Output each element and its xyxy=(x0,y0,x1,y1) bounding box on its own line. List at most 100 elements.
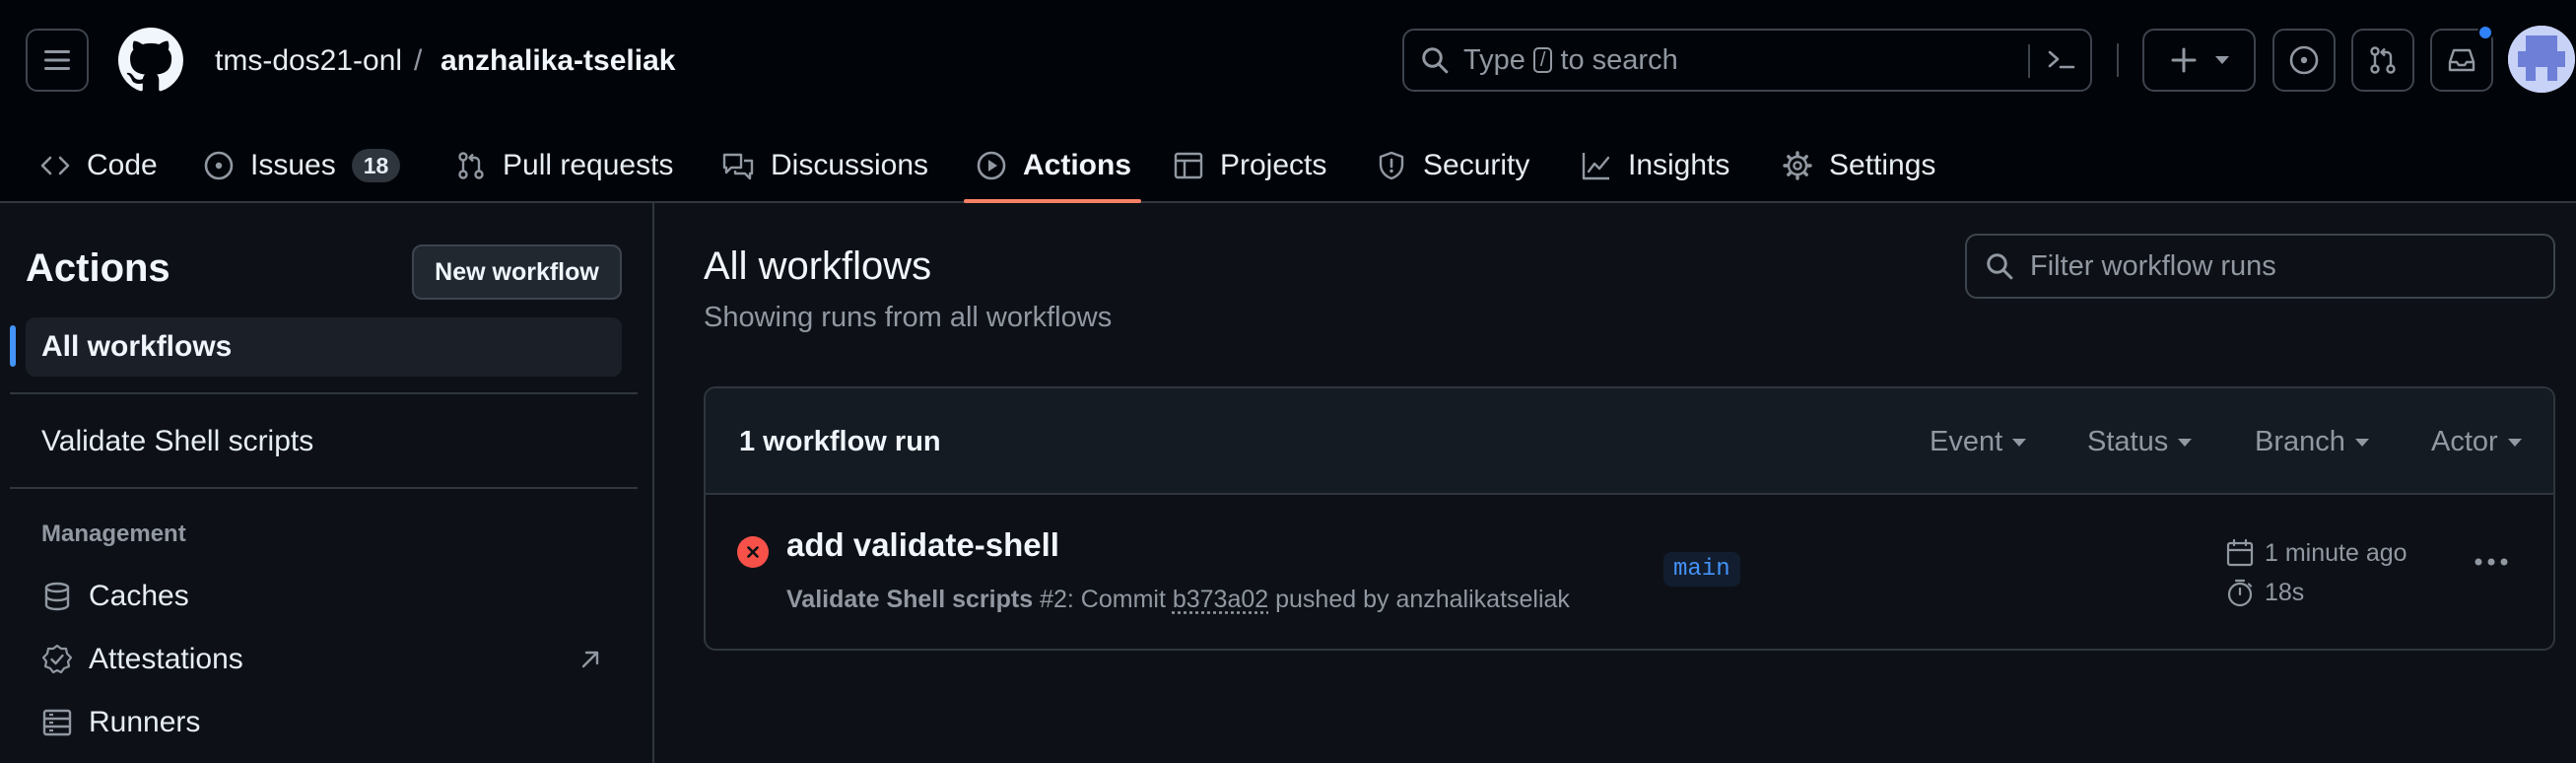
breadcrumb-owner[interactable]: tms-dos21-onl xyxy=(215,41,402,81)
comment-discussion-icon xyxy=(722,153,754,180)
triangle-down-icon xyxy=(2214,56,2229,64)
stopwatch-icon xyxy=(2227,579,2253,607)
calendar-icon xyxy=(2226,538,2254,567)
filter-label: Event xyxy=(1930,426,2003,457)
tab-label: Code xyxy=(87,149,158,181)
plus-icon xyxy=(2171,47,2196,73)
page-subtitle: Showing runs from all workflows xyxy=(704,302,1113,333)
tab-label: Discussions xyxy=(771,149,929,181)
tab-pull-requests[interactable]: Pull requests xyxy=(455,128,673,203)
tab-label: Projects xyxy=(1220,149,1327,181)
gear-icon xyxy=(1783,151,1812,180)
server-icon xyxy=(42,709,72,736)
pull-requests-button[interactable] xyxy=(2351,29,2414,92)
sidebar-item-attestations[interactable]: Attestations xyxy=(41,635,243,684)
event-filter-dropdown[interactable]: Event xyxy=(1930,426,2027,458)
issue-opened-icon xyxy=(2289,45,2319,75)
workflow-run-row[interactable]: add validate-shell Validate Shell script… xyxy=(706,495,2553,649)
sidebar-item-caches[interactable]: Caches xyxy=(41,572,189,621)
tab-code[interactable]: Code xyxy=(39,128,158,203)
run-meta: Validate Shell scripts #2: Commit b373a0… xyxy=(786,586,1570,614)
branch-filter-dropdown[interactable]: Branch xyxy=(2255,426,2369,458)
filter-label: Status xyxy=(2087,426,2169,457)
sidebar-divider xyxy=(10,487,638,489)
git-pull-request-icon xyxy=(458,152,484,179)
search-shortcut-key: / xyxy=(1532,47,1553,73)
breadcrumb-repo[interactable]: anzhalika-tseliak xyxy=(441,41,675,81)
create-new-button[interactable] xyxy=(2142,29,2256,92)
tab-label: Issues xyxy=(250,149,336,181)
filter-label: Branch xyxy=(2255,426,2345,457)
search-divider xyxy=(2028,44,2030,78)
sidebar-section-management: Management xyxy=(41,520,186,547)
identicon-icon xyxy=(2508,26,2575,93)
run-title-link[interactable]: add validate-shell xyxy=(786,526,1059,564)
menu-button[interactable] xyxy=(26,29,89,92)
repo-nav: Code Issues 18 Pull requests Discussions xyxy=(0,128,2576,203)
run-duration: 18s xyxy=(2225,578,2304,607)
tab-projects[interactable]: Projects xyxy=(1173,128,1326,203)
tab-discussions[interactable]: Discussions xyxy=(721,128,928,203)
selected-tab-underline xyxy=(964,199,1141,203)
triangle-down-icon xyxy=(2354,438,2369,447)
header-divider xyxy=(2117,43,2119,77)
runs-list-header: 1 workflow run Event Status Branch Actor xyxy=(706,388,2553,495)
triangle-down-icon xyxy=(2178,438,2193,447)
tab-actions[interactable]: Actions xyxy=(964,128,1141,203)
kebab-horizontal-icon[interactable] xyxy=(2474,556,2509,568)
sidebar-title: Actions xyxy=(26,246,170,290)
page-title: All workflows xyxy=(704,244,932,288)
status-filter-dropdown[interactable]: Status xyxy=(2087,426,2193,458)
issues-counter: 18 xyxy=(351,149,401,182)
verified-icon xyxy=(41,644,73,674)
search-placeholder-suffix: to search xyxy=(1560,43,1678,76)
tab-issues[interactable]: Issues 18 xyxy=(203,128,401,203)
tab-label: Insights xyxy=(1628,149,1730,181)
run-commit-prefix: : Commit xyxy=(1066,586,1166,613)
triangle-down-icon xyxy=(2507,438,2522,447)
sidebar-divider xyxy=(10,392,638,394)
branch-label[interactable]: main xyxy=(1663,552,1740,587)
active-item-indicator xyxy=(10,325,16,367)
tab-label: Actions xyxy=(1023,149,1132,181)
commit-sha-link[interactable]: b373a02 xyxy=(1173,586,1268,613)
tab-label: Settings xyxy=(1829,149,1936,181)
filter-workflow-runs-input[interactable]: Filter workflow runs xyxy=(1965,234,2555,299)
database-icon xyxy=(44,582,70,611)
tab-insights[interactable]: Insights xyxy=(1581,128,1729,203)
sidebar-item-label: Caches xyxy=(89,580,189,612)
tab-label: Security xyxy=(1423,149,1530,181)
search-placeholder: Type / to search xyxy=(1463,44,1678,77)
sidebar-item-validate-shell-scripts[interactable]: Validate Shell scripts xyxy=(26,412,622,471)
sidebar-item-all-workflows[interactable]: All workflows xyxy=(26,317,622,377)
breadcrumb-separator: / xyxy=(414,44,423,77)
hamburger-icon xyxy=(44,50,70,70)
github-logo-icon[interactable] xyxy=(118,28,183,93)
tab-security[interactable]: Security xyxy=(1376,128,1529,203)
tab-label: Pull requests xyxy=(503,149,674,181)
tab-settings[interactable]: Settings xyxy=(1782,128,1935,203)
run-pushed-by: pushed by anzhalikatseliak xyxy=(1275,586,1570,613)
command-palette-icon[interactable] xyxy=(2046,46,2077,74)
link-external-icon xyxy=(581,651,599,668)
triangle-down-icon xyxy=(2012,438,2027,447)
run-time-ago-text: 1 minute ago xyxy=(2265,538,2407,567)
actor-filter-dropdown[interactable]: Actor xyxy=(2431,426,2522,458)
workflow-runs-list: 1 workflow run Event Status Branch Actor… xyxy=(704,386,2555,651)
play-icon xyxy=(977,151,1006,180)
run-number: #2 xyxy=(1040,586,1067,613)
inbox-icon xyxy=(2448,48,2475,72)
global-search-input[interactable]: Type / to search xyxy=(1402,29,2092,92)
run-workflow-name: Validate Shell scripts xyxy=(786,586,1034,613)
avatar[interactable] xyxy=(2508,26,2575,93)
filter-placeholder: Filter workflow runs xyxy=(2030,249,2276,282)
runs-count: 1 workflow run xyxy=(739,426,941,457)
new-workflow-button[interactable]: New workflow xyxy=(412,244,622,300)
run-duration-text: 18s xyxy=(2265,578,2305,606)
sidebar-item-label: All workflows xyxy=(41,330,233,363)
search-icon xyxy=(1987,253,2013,280)
issues-button[interactable] xyxy=(2272,29,2336,92)
git-pull-request-icon xyxy=(2370,46,2396,74)
sidebar-item-label: Attestations xyxy=(89,643,243,675)
sidebar-item-runners[interactable]: Runners xyxy=(41,698,200,747)
